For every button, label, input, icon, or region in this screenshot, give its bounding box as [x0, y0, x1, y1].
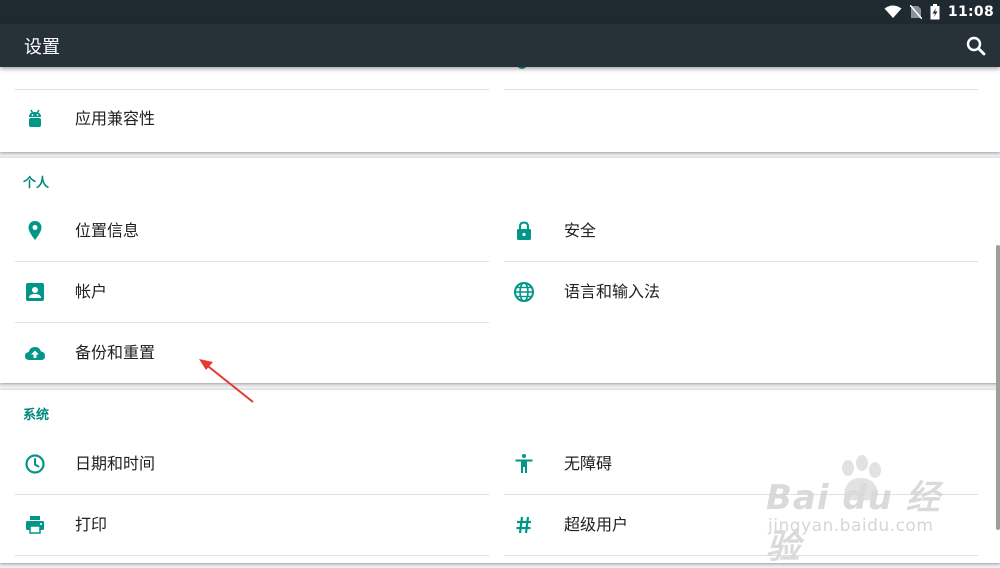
location-pin-icon	[28, 221, 42, 240]
settings-item-backup-reset[interactable]: 备份和重置	[15, 323, 489, 383]
divider	[15, 555, 489, 556]
settings-item-label: 无障碍	[564, 454, 613, 473]
settings-item-security[interactable]: 安全	[504, 201, 978, 261]
settings-item-app-compat[interactable]: 应用兼容性	[15, 89, 489, 149]
status-bar: 11:08	[0, 0, 1000, 24]
accessibility-icon	[515, 454, 533, 473]
hash-icon	[516, 516, 531, 534]
watermark-url: jingyan.baidu.com	[768, 516, 934, 536]
baidu-watermark: Bai du 经验 jingyan.baidu.com	[760, 452, 950, 567]
settings-item-label: 备份和重置	[75, 343, 156, 362]
no-sim-icon	[909, 5, 922, 19]
settings-card-device: 应用兼容性	[0, 64, 1000, 152]
settings-item-label: 帐户	[75, 282, 108, 301]
status-icons: 11:08	[884, 0, 994, 24]
settings-item-label: 打印	[75, 515, 108, 534]
settings-item-label: 位置信息	[75, 221, 140, 240]
settings-item-label: 语言和输入法	[564, 282, 661, 301]
settings-item-date-time[interactable]: 日期和时间	[15, 434, 489, 494]
wifi-icon	[884, 5, 902, 18]
settings-item-label: 超级用户	[564, 515, 629, 534]
cloud-upload-icon	[25, 347, 45, 360]
lock-icon	[517, 221, 531, 240]
clock-icon	[25, 454, 45, 474]
search-icon	[966, 36, 986, 56]
settings-item-language-input[interactable]: 语言和输入法	[504, 262, 978, 322]
search-button[interactable]	[964, 34, 988, 58]
scrollbar[interactable]	[996, 245, 1000, 530]
battery-charging-icon	[930, 4, 940, 20]
divider	[504, 89, 978, 90]
section-header-personal: 个人	[23, 176, 50, 191]
settings-item-label: 安全	[564, 221, 597, 240]
settings-item-label: 日期和时间	[75, 454, 156, 473]
page-title: 设置	[24, 37, 60, 58]
section-header-system: 系统	[23, 408, 50, 423]
settings-item-label: 应用兼容性	[75, 109, 156, 128]
settings-item-printing[interactable]: 打印	[15, 495, 489, 555]
globe-icon	[514, 282, 534, 302]
printer-icon	[26, 516, 44, 534]
android-icon	[29, 109, 41, 127]
app-toolbar: 设置	[0, 24, 1000, 67]
status-time: 11:08	[947, 4, 994, 20]
account-box-icon	[26, 283, 44, 301]
settings-item-accounts[interactable]: 帐户	[15, 262, 489, 322]
settings-card-personal: 个人 位置信息 安全 帐户 语言和输入法 备份和重置	[0, 158, 1000, 383]
settings-item-location[interactable]: 位置信息	[15, 201, 489, 261]
